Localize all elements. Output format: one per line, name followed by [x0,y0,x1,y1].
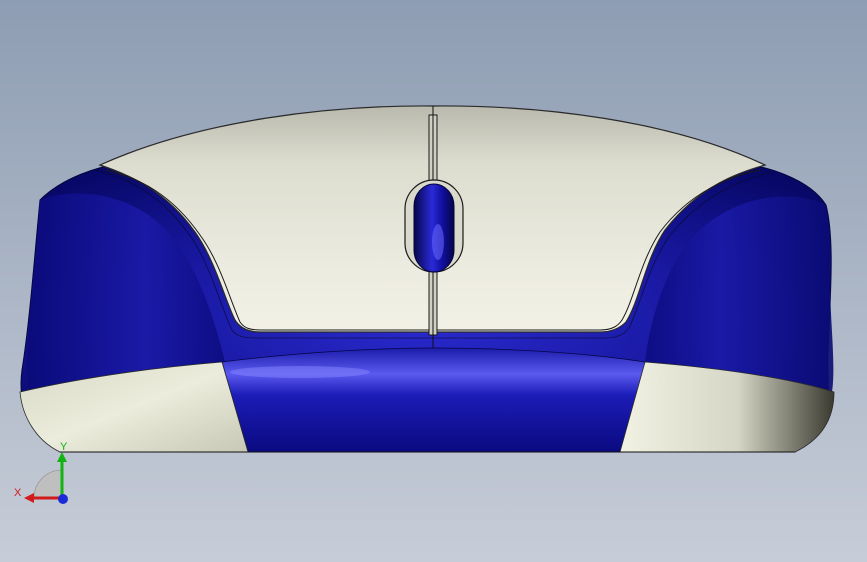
scroll-wheel-highlight [432,224,444,260]
z-axis-dot-icon [58,494,68,504]
front-band [221,347,646,453]
scroll-wheel[interactable] [413,183,455,273]
cad-viewport[interactable]: Y X [0,0,867,562]
y-axis-label: Y [60,441,68,453]
x-axis-label: X [14,487,22,499]
band-highlight [230,366,370,378]
model-canvas[interactable]: Y X [0,0,867,562]
